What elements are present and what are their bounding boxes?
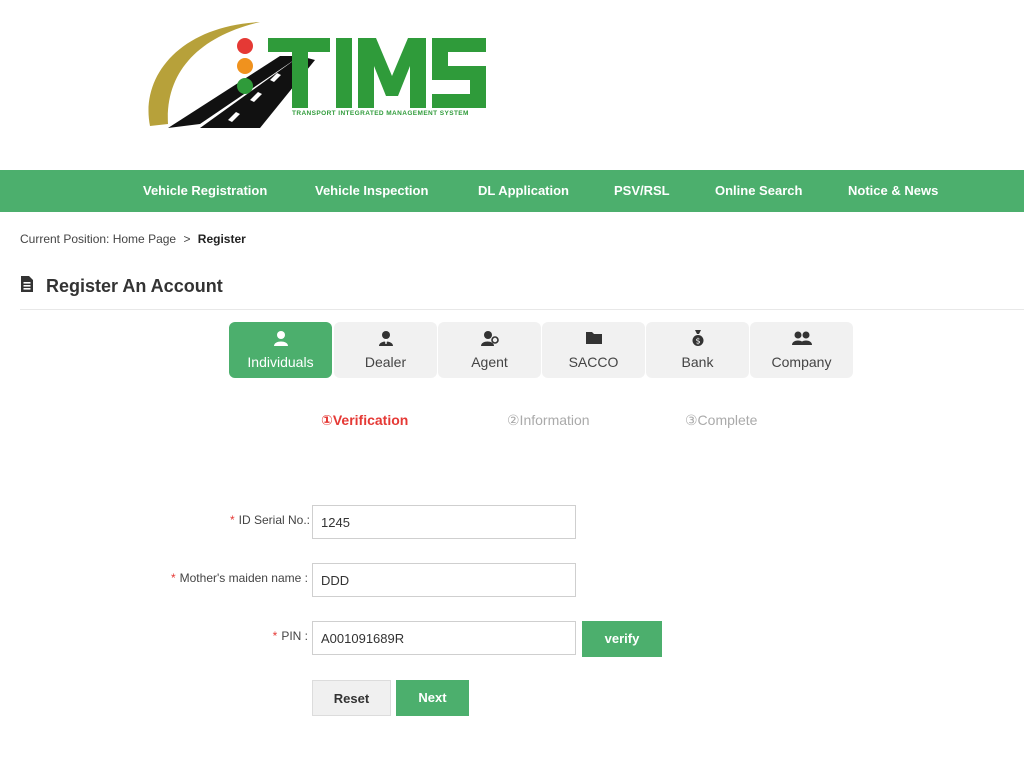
tims-logo[interactable]: TRANSPORT INTEGRATED MANAGEMENT SYSTEM: [140, 16, 500, 138]
reset-button[interactable]: Reset: [312, 680, 391, 716]
tab-label: Bank: [681, 354, 714, 370]
nav-online-search[interactable]: Online Search: [715, 170, 802, 212]
mothers-maiden-name-input[interactable]: [312, 563, 576, 597]
tab-label: Dealer: [364, 354, 407, 370]
breadcrumb-home[interactable]: Home Page: [113, 232, 176, 246]
pin-label-text: PIN :: [281, 629, 308, 643]
tab-label: Company: [771, 354, 832, 370]
id-serial-input[interactable]: [312, 505, 576, 539]
logo-tagline: TRANSPORT INTEGRATED MANAGEMENT SYSTEM: [292, 110, 469, 117]
step-information: ②Information: [507, 412, 590, 428]
agent-icon: [438, 330, 541, 348]
title-divider: [20, 309, 1024, 310]
breadcrumb-prefix: Current Position:: [20, 232, 110, 246]
svg-text:$: $: [695, 337, 700, 346]
dealer-icon: [334, 330, 437, 348]
page-header: Register An Account: [20, 272, 223, 300]
required-marker: *: [229, 513, 235, 527]
id-serial-label: * ID Serial No.:: [230, 513, 310, 527]
main-nav: Vehicle Registration Vehicle Inspection …: [0, 170, 1024, 212]
tab-label: Agent: [471, 354, 508, 370]
tab-dealer[interactable]: Dealer: [334, 322, 437, 378]
nav-psv-rsl[interactable]: PSV/RSL: [614, 170, 670, 212]
money-bag-icon: $: [646, 330, 749, 348]
id-serial-label-text: ID Serial No.:: [238, 513, 310, 527]
next-button[interactable]: Next: [396, 680, 469, 716]
nav-vehicle-registration[interactable]: Vehicle Registration: [143, 170, 267, 212]
document-icon: [20, 275, 34, 297]
nav-dl-application[interactable]: DL Application: [478, 170, 569, 212]
header: TRANSPORT INTEGRATED MANAGEMENT SYSTEM: [0, 0, 1024, 170]
tab-company[interactable]: Company: [750, 322, 853, 378]
verify-button[interactable]: verify: [582, 621, 662, 657]
breadcrumb-current: Register: [197, 232, 246, 246]
breadcrumb-separator: >: [183, 232, 191, 246]
required-marker: *: [170, 571, 176, 585]
mothers-maiden-name-label: * Mother's maiden name :: [171, 571, 308, 585]
user-icon: [229, 330, 332, 348]
mothers-maiden-name-label-text: Mother's maiden name :: [179, 571, 308, 585]
required-marker: *: [272, 629, 278, 643]
pin-input[interactable]: [312, 621, 576, 655]
step-verification: ①Verification: [321, 412, 409, 428]
page-title: Register An Account: [46, 275, 223, 296]
nav-notice-news[interactable]: Notice & News: [848, 170, 938, 212]
tab-agent[interactable]: Agent: [438, 322, 541, 378]
step-complete: ③Complete: [685, 412, 758, 428]
tab-label: Individuals: [247, 354, 314, 370]
tab-sacco[interactable]: SACCO: [542, 322, 645, 378]
tab-bank[interactable]: $ Bank: [646, 322, 749, 378]
group-icon: [750, 330, 853, 348]
pin-label: * PIN :: [273, 629, 308, 643]
breadcrumb: Current Position: Home Page > Register: [20, 232, 246, 246]
folder-icon: [542, 330, 645, 348]
nav-vehicle-inspection[interactable]: Vehicle Inspection: [315, 170, 428, 212]
tab-label: SACCO: [568, 354, 619, 370]
tab-individuals[interactable]: Individuals: [229, 322, 332, 378]
